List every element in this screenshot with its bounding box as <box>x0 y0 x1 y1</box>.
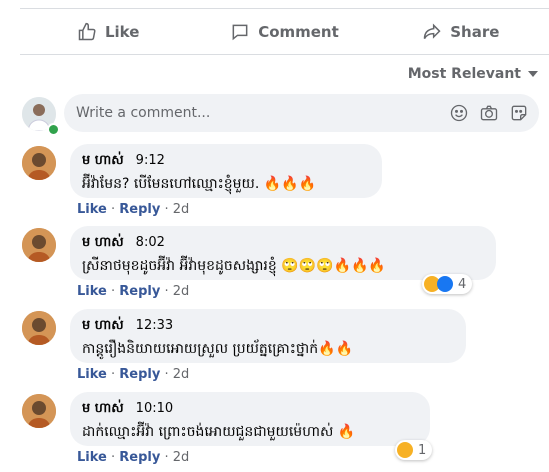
reaction-summary[interactable]: 4 <box>422 274 473 294</box>
like-label: Like <box>104 23 140 41</box>
commenter-avatar[interactable] <box>22 146 56 180</box>
comment-bubble: ម ហាស់ 9:12 អ៊ីវ៉ាមែន? បើមែនហៅឈ្មោះខ្ញុំ… <box>70 144 382 198</box>
commenter-name[interactable]: ម ហាស់ <box>82 400 124 419</box>
comment-icon <box>232 24 248 41</box>
comment-composer: Write a comment... <box>20 94 539 136</box>
reaction-summary[interactable]: 1 <box>395 440 433 460</box>
thumbs-up-icon <box>78 22 96 41</box>
commenter-name[interactable]: ម ហាស់ <box>82 234 124 253</box>
camera-icon[interactable] <box>479 103 499 123</box>
comment-like-link[interactable]: Like <box>77 450 107 465</box>
comment-time-text: 10:10 <box>135 401 174 416</box>
comment-time-text: 12:33 <box>135 318 174 333</box>
comment-time-text: 9:12 <box>135 153 165 168</box>
share-arrow-icon <box>423 23 441 40</box>
sort-label: Most Relevant <box>407 66 521 82</box>
share-label: Share <box>450 23 500 41</box>
comment-sort-dropdown[interactable]: Most Relevant <box>408 66 539 82</box>
commenter-name[interactable]: ម ហាស់ <box>82 152 124 171</box>
comment-actions: Like · Reply · 2d <box>77 367 189 382</box>
commenter-avatar[interactable] <box>22 394 56 428</box>
comment-reply-link[interactable]: Reply <box>119 202 160 217</box>
commenter-name[interactable]: ម ហាស់ <box>82 317 124 336</box>
comment-bubble: ម ហាស់ 10:10 ដាក់ឈ្មោះអ៊ីវ៉ា ព្រោះចង់អោយ… <box>70 392 430 446</box>
comment-like-link[interactable]: Like <box>77 367 107 382</box>
comment-age[interactable]: 2d <box>173 284 190 299</box>
like-button[interactable]: Like <box>20 14 196 50</box>
comment-button[interactable]: Comment <box>196 14 372 50</box>
separator: · <box>106 284 120 299</box>
comment-reply-link[interactable]: Reply <box>119 450 160 465</box>
commenter-avatar[interactable] <box>22 311 56 345</box>
separator: · <box>160 450 173 465</box>
comment-text: កាន្តូរឿងនិយាយអោយស្រួល ប្រយ័ត្នគ្រោះថ្នា… <box>82 341 353 357</box>
separator: · <box>160 284 173 299</box>
comment-reply-link[interactable]: Reply <box>119 284 160 299</box>
sticker-icon[interactable] <box>509 103 529 123</box>
online-status-dot <box>47 123 60 136</box>
comment-text: អ៊ីវ៉ាមែន? បើមែនហៅឈ្មោះខ្ញុំមួយ. 🔥🔥🔥 <box>82 176 317 192</box>
reaction-count: 1 <box>418 442 427 458</box>
comment-bubble: ម ហាស់ 8:02 ស្រីនាថមុខដូចអ៊ីវ៉ា អ៊ីវ៉ាមុ… <box>70 226 496 280</box>
comment-input[interactable]: Write a comment... <box>64 94 539 132</box>
comment-actions: Like · Reply · 2d <box>77 284 189 299</box>
commenter-avatar[interactable] <box>22 228 56 262</box>
comment-age[interactable]: 2d <box>173 367 190 382</box>
reaction-count: 4 <box>458 276 467 292</box>
comment-like-link[interactable]: Like <box>77 284 107 299</box>
separator: · <box>106 367 120 382</box>
separator: · <box>160 367 173 382</box>
separator: · <box>160 202 173 217</box>
comment-like-link[interactable]: Like <box>77 202 107 217</box>
separator: · <box>106 202 120 217</box>
emoji-icon[interactable] <box>449 103 469 123</box>
comment-item: ម ហាស់ 8:02 ស្រីនាថមុខដូចអ៊ីវ៉ា អ៊ីវ៉ាមុ… <box>20 226 539 306</box>
like-reaction-icon <box>437 276 453 292</box>
comment-item: ម ហាស់ 9:12 អ៊ីវ៉ាមែន? បើមែនហៅឈ្មោះខ្ញុំ… <box>20 144 539 224</box>
comment-item: ម ហាស់ 12:33 កាន្តូរឿងនិយាយអោយស្រួល ប្រយ… <box>20 309 539 389</box>
comment-bubble: ម ហាស់ 12:33 កាន្តូរឿងនិយាយអោយស្រួល ប្រយ… <box>70 309 466 363</box>
top-divider <box>20 8 549 9</box>
comment-text: ស្រីនាថមុខដូចអ៊ីវ៉ា អ៊ីវ៉ាមុខដូចសង្សារខ្… <box>82 258 386 274</box>
comment-item: ម ហាស់ 10:10 ដាក់ឈ្មោះអ៊ីវ៉ា ព្រោះចង់អោយ… <box>20 392 539 472</box>
comment-actions: Like · Reply · 2d <box>77 202 189 217</box>
comment-age[interactable]: 2d <box>173 202 190 217</box>
comment-text: ដាក់ឈ្មោះអ៊ីវ៉ា ព្រោះចង់អោយជួនជាមួយម៉េហា… <box>82 424 356 440</box>
comment-time-text: 8:02 <box>135 235 165 250</box>
post-action-bar: Like Comment Share <box>20 14 549 50</box>
comment-age[interactable]: 2d <box>173 450 190 465</box>
separator: · <box>106 450 120 465</box>
haha-reaction-icon <box>397 442 413 458</box>
share-button[interactable]: Share <box>373 14 549 50</box>
comment-label: Comment <box>258 23 339 41</box>
comment-placeholder: Write a comment... <box>76 105 211 121</box>
comment-actions: Like · Reply · 2d <box>77 450 189 465</box>
comment-reply-link[interactable]: Reply <box>119 367 160 382</box>
caret-down-icon <box>528 71 538 77</box>
actions-divider <box>20 54 549 55</box>
